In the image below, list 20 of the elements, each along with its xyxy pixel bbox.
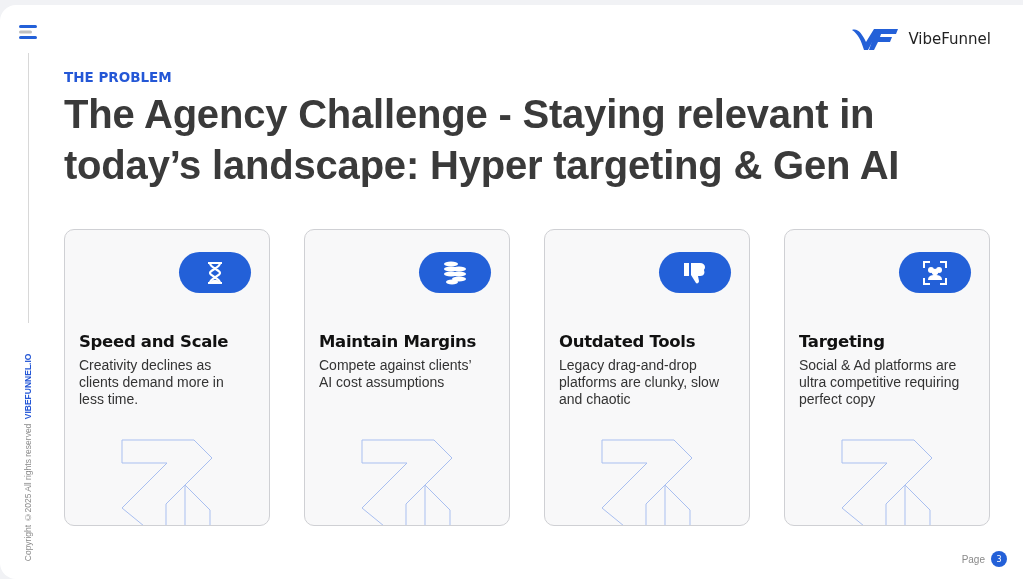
card-text: Creativity declines as clients demand more in less time.	[79, 357, 225, 408]
card-text: Social & Ad platforms are ultra competitive requiring perfect copy	[799, 357, 961, 408]
slide-title: The Agency Challenge - Staying relevant in today’s landscape: Hyper targeting & Gen AI	[64, 91, 901, 189]
site-link[interactable]: VIBEFUNNEL.IO	[23, 353, 33, 420]
page-number: 3	[991, 551, 1007, 567]
page-label: Page	[961, 553, 985, 565]
coins-icon	[442, 259, 468, 286]
card-title: Maintain Margins	[319, 332, 478, 351]
card-title: Outdated Tools	[559, 332, 697, 351]
card-text: Compete against clients’ AI cost assumptions	[319, 357, 472, 391]
brand-name: VibeFunnel	[908, 30, 991, 48]
card-title: Speed and Scale	[79, 332, 230, 351]
thumbs-down-icon	[683, 260, 707, 285]
hourglass-icon	[207, 261, 223, 284]
card-title: Targeting	[799, 332, 886, 351]
copyright-text: Copyright ©2025 All rights reserved	[23, 423, 33, 561]
section-label: THE PROBLEM	[64, 69, 173, 85]
menu-icon[interactable]	[19, 25, 37, 39]
audience-icon	[923, 260, 947, 285]
card-text: Legacy drag-and-drop platforms are clunky, slow and chaotic	[559, 357, 720, 408]
